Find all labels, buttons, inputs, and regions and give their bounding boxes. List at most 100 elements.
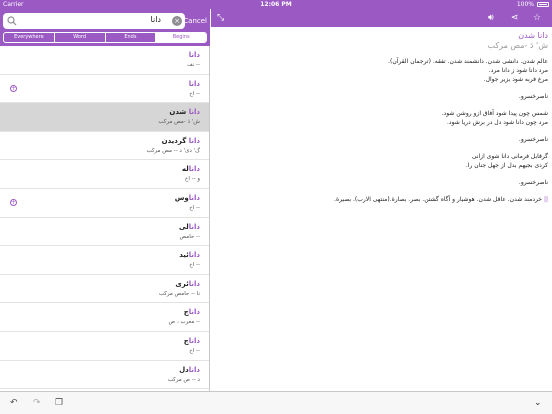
- result-title-rest: وس: [174, 193, 189, 202]
- result-row[interactable]: داناله ﻭ -- اخ: [0, 160, 209, 189]
- result-title-match: دانا: [188, 108, 200, 117]
- search-input[interactable]: دانا ×: [3, 13, 185, 29]
- result-subtitle: -- معرب ، ص: [168, 319, 200, 326]
- result-row[interactable]: + داناوس -- اخ: [0, 188, 209, 218]
- result-title: داناوس: [175, 194, 200, 202]
- entry-title: دانا شدن: [518, 31, 548, 40]
- battery-icon: [537, 2, 549, 7]
- result-title: داناج: [184, 308, 200, 316]
- clock-label: 12:06 PM: [260, 1, 292, 8]
- result-title-match: دانا: [188, 193, 200, 202]
- result-row[interactable]: داناج -- اخ: [0, 331, 209, 361]
- battery-indicator: 100%: [517, 0, 549, 9]
- result-subtitle: ﻭ -- اخ: [184, 176, 200, 183]
- result-row[interactable]: دانالی -- حامص: [0, 217, 209, 247]
- result-subtitle: -- نف: [187, 62, 200, 68]
- result-title-match: دانا: [188, 308, 200, 317]
- share-icon[interactable]: ⋖: [511, 12, 519, 24]
- result-subtitle: -- اخ: [189, 90, 200, 97]
- segment-ends[interactable]: Ends: [106, 33, 157, 42]
- status-bar: Carrier 12:06 PM 100%: [0, 0, 552, 9]
- result-title: دانا: [189, 51, 200, 59]
- entry-body: عالم شدن. دانشی شدن. دانشمند شدن. تفقه. …: [215, 57, 548, 187]
- definition-marker: ||: [543, 196, 548, 203]
- result-title-match: دانا: [188, 136, 200, 145]
- result-title-rest: ئید: [179, 251, 189, 260]
- result-title-match: دانا: [188, 51, 200, 59]
- result-subtitle: -- اخ: [189, 262, 200, 269]
- result-subtitle: گ' دی' د -- مص مرکب: [146, 147, 200, 154]
- entry-definition: || خردمند شدن. عاقل شدن. هوشیار و آگاه گ…: [215, 195, 548, 204]
- result-title-match: دانا: [188, 279, 200, 288]
- result-title-rest: لی: [179, 222, 189, 231]
- result-title: دانائری: [175, 280, 200, 288]
- entry-line: ناصرخسرو.: [518, 179, 548, 186]
- entry-line: مرغ فربه شود بزیر جوال.: [483, 76, 548, 83]
- result-row[interactable]: دانائید -- اخ: [0, 246, 209, 275]
- detail-toolbar: ⤡ 🔊︎ ⋖ ☆: [211, 9, 552, 27]
- result-row[interactable]: دانا گردیدن گ' دی' د -- مص مرکب: [0, 131, 209, 161]
- bottom-toolbar: ↶ ↷ ❐ ⌄: [0, 391, 552, 414]
- search-value: دانا: [150, 15, 161, 24]
- entry-paragraph: ناصرخسرو.: [215, 92, 548, 101]
- segment-everywhere[interactable]: Everywhere: [4, 33, 55, 42]
- entry-line: شمس چون پیدا شود آفاق ازو روشن شود.: [441, 110, 548, 117]
- result-list: دانا -- نف + دانا -- اخ دانا شدن ش' دَ -مص مرک…: [0, 46, 210, 391]
- entry-pronunciation: ش' دَ -مص مرکب: [487, 41, 549, 50]
- result-row[interactable]: دانائری نا -- حامص مرکب: [0, 274, 209, 304]
- result-title-match: دانا: [188, 79, 200, 88]
- entry-line: مرد دانا شود ز دانا مرد.: [488, 67, 548, 74]
- definition-text: خردمند شدن. عاقل شدن. هوشیار و آگاه گشتن…: [334, 196, 543, 203]
- result-title-match: دانا: [188, 336, 200, 345]
- clear-icon[interactable]: ×: [172, 16, 182, 26]
- star-icon[interactable]: ☆: [533, 12, 541, 24]
- result-title-rest: دل: [179, 365, 189, 374]
- result-row[interactable]: دانا شدن ش' دَ -مص مرکب: [0, 103, 209, 132]
- speaker-icon[interactable]: 🔊︎: [488, 12, 494, 24]
- entry-paragraph: ناصرخسرو.: [215, 135, 548, 144]
- result-subtitle: -- حامص: [179, 233, 200, 240]
- search-icon: [7, 16, 17, 26]
- copy-icon[interactable]: ❐: [55, 396, 63, 410]
- entry-paragraph: گرقابل فرمانی دانا شوی ازانی کردی بجیهم ب…: [215, 152, 548, 170]
- result-row[interactable]: دانا -- نف: [0, 46, 209, 75]
- search-header: دانا × Cancel Everywhere Word Ends Begin…: [0, 9, 210, 46]
- result-title: دانا شدن: [169, 108, 200, 116]
- result-title-rest: له: [181, 165, 189, 174]
- result-title-rest: گردیدن: [161, 136, 189, 145]
- segment-word[interactable]: Word: [55, 33, 106, 42]
- result-subtitle: -- اخ: [189, 347, 200, 354]
- result-row[interactable]: + دانا -- اخ: [0, 74, 209, 104]
- back-icon[interactable]: ↶: [10, 396, 18, 410]
- entry-content: دانا شدن ش' دَ -مص مرکب عالم شدن. دانشی …: [211, 27, 552, 391]
- result-title: داناج: [184, 337, 200, 345]
- search-scope-segmented-control: Everywhere Word Ends Begins: [3, 32, 207, 43]
- result-title: داناله: [182, 165, 200, 173]
- segment-begins[interactable]: Begins: [156, 33, 206, 42]
- entry-line: ناصرخسرو.: [518, 136, 548, 143]
- result-row[interactable]: داناج -- معرب ، ص: [0, 303, 209, 332]
- result-row[interactable]: دانادل د -- ص مرکب: [0, 360, 209, 390]
- cancel-button[interactable]: Cancel: [183, 17, 207, 25]
- expand-icon[interactable]: ⤡: [217, 12, 224, 24]
- add-circle-icon[interactable]: +: [10, 84, 17, 92]
- entry-paragraph: عالم شدن. دانشی شدن. دانشمند شدن. تفقه. …: [215, 57, 548, 84]
- result-title: دانادل: [179, 366, 200, 374]
- result-title: دانائید: [179, 251, 200, 259]
- result-title: دانالی: [179, 223, 200, 231]
- result-title-rest: شدن: [169, 108, 189, 117]
- result-title-rest: ئری: [175, 279, 189, 288]
- entry-line: عالم شدن. دانشی شدن. دانشمند شدن. تفقه. …: [388, 58, 548, 65]
- result-subtitle: نا -- حامص مرکب: [158, 290, 200, 297]
- chevron-down-icon[interactable]: ⌄: [534, 396, 542, 410]
- result-subtitle: د -- ص مرکب: [167, 376, 200, 383]
- result-title-match: دانا: [188, 165, 200, 174]
- forward-icon[interactable]: ↷: [33, 396, 41, 410]
- add-circle-icon[interactable]: +: [10, 198, 17, 206]
- entry-paragraph: شمس چون پیدا شود آفاق ازو روشن شود. مرد چ…: [215, 109, 548, 127]
- result-subtitle: -- اخ: [189, 204, 200, 211]
- result-title: دانا: [189, 80, 200, 88]
- result-subtitle: ش' دَ -مص مرکب: [158, 119, 200, 126]
- result-title-match: دانا: [188, 251, 200, 260]
- battery-label: 100%: [516, 1, 534, 8]
